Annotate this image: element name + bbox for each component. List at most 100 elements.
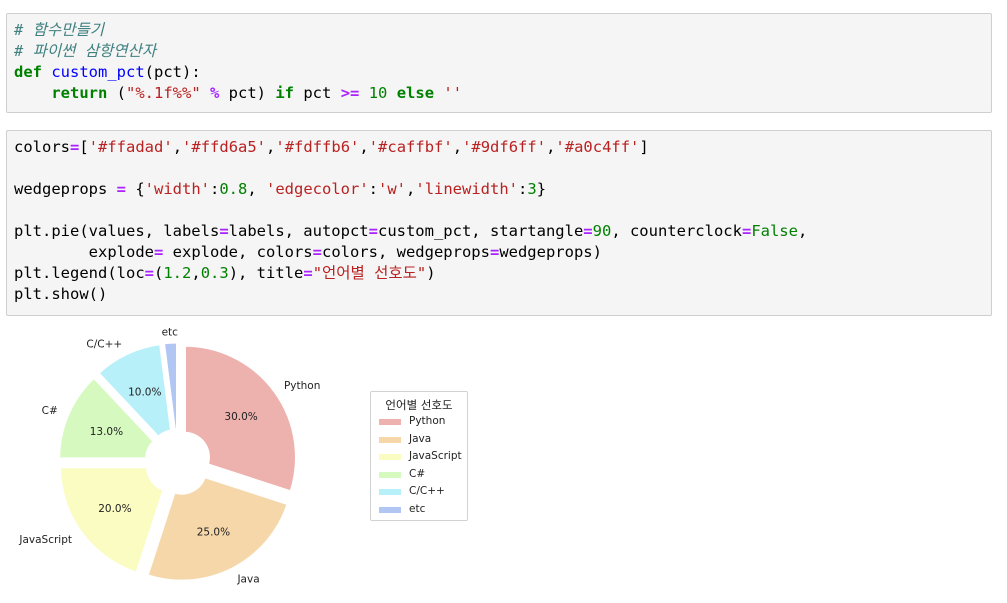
code-token: , [452, 138, 463, 156]
code-token: 1.2 [163, 264, 192, 282]
code-token: = [489, 243, 500, 261]
code-token: '#a0c4ff' [555, 138, 640, 156]
code-line: return ("%.1f%%" % pct) if pct >= 10 els… [14, 83, 984, 104]
pie-category-label: etc [162, 326, 179, 338]
code-cell-pie-plot-source[interactable]: colors=['#ffadad','#ffd6a5','#fdffb6','#… [14, 137, 984, 305]
code-token: } [536, 180, 547, 198]
code-token: '' [443, 84, 463, 102]
code-token: # 함수만들기 [14, 21, 104, 39]
code-token: ( [154, 264, 164, 282]
code-token: plt.show() [14, 285, 108, 303]
code-token: custom_pct [51, 63, 145, 81]
code-line: plt.legend(loc=(1.2,0.3), title="언어별 선호도… [14, 263, 984, 284]
code-line: # 파이썬 삼항연산자 [14, 41, 984, 62]
code-token: False [751, 222, 798, 240]
code-token: 3 [527, 180, 537, 198]
legend-title: 언어별 선호도 [385, 398, 453, 412]
code-token: def [14, 63, 42, 81]
code-token: = [741, 222, 752, 240]
code-token: ), title [228, 264, 304, 282]
code-token: , [359, 138, 369, 156]
code-token: colors, wedgeprops [321, 243, 490, 261]
legend-label: C/C++ [409, 485, 445, 497]
legend-label: JavaScript [409, 450, 462, 462]
code-token: pct [294, 84, 341, 102]
code-token: = [70, 138, 80, 156]
legend-swatch [379, 454, 401, 460]
pie-chart: 30.0% Python 25.0% Java 20.0% JavaScript 13.0%… [18, 326, 320, 586]
code-token: ) [426, 264, 436, 282]
code-token: { [126, 180, 145, 198]
legend-label: Java [409, 432, 432, 445]
output-area: 30.0% Python 25.0% Java 20.0% JavaScript 13.0%… [0, 320, 1007, 603]
code-token: wedgeprops) [499, 243, 602, 261]
pie-percent-label: 25.0% [197, 527, 230, 539]
pie-percent-label: 30.0% [224, 411, 257, 423]
code-token: = [368, 222, 378, 240]
code-line: plt.pie(values, labels=labels, autopct=c… [14, 221, 984, 242]
code-token: '#ffadad' [88, 138, 173, 156]
pie-slice-group: 25.0% Java [145, 474, 291, 586]
legend-swatch [379, 419, 401, 425]
code-token: 'w' [378, 180, 407, 198]
code-token: = [303, 264, 313, 282]
code-token: : [368, 180, 379, 198]
code-token: labels, autopct [228, 222, 369, 240]
legend-item: Python [371, 413, 467, 431]
code-cell-pie-plot[interactable]: colors=['#ffadad','#ffd6a5','#fdffb6','#… [6, 130, 992, 316]
legend-item: Java [371, 431, 467, 449]
pie-category-label: C# [42, 405, 58, 417]
code-token: , [191, 264, 201, 282]
code-token: (pct): [144, 63, 201, 81]
code-token: wedgeprops [14, 180, 117, 198]
code-token: 'linewidth' [415, 180, 519, 198]
pie-category-label: JavaScript [18, 534, 72, 546]
pie-slice-group: 20.0% JavaScript [18, 465, 167, 576]
code-token: '#9df6ff' [462, 138, 547, 156]
code-token: , [266, 138, 276, 156]
code-line: explode= explode, colors=colors, wedgepr… [14, 242, 984, 263]
pie-slice-group: 30.0% Python [182, 343, 320, 494]
code-line: plt.show() [14, 284, 984, 305]
code-token: plt.pie(values, labels [14, 222, 220, 240]
code-token: % [210, 84, 220, 102]
code-token: , counterclock [611, 222, 742, 240]
code-line: colors=['#ffadad','#ffd6a5','#fdffb6','#… [14, 137, 984, 158]
pie-percent-label: 20.0% [98, 503, 131, 515]
code-token: explode [14, 243, 154, 261]
code-token: , [247, 180, 267, 198]
code-token: : [210, 180, 220, 198]
code-line: # 함수만들기 [14, 20, 984, 41]
legend-label: Python [409, 415, 446, 427]
code-token: 90 [592, 222, 612, 240]
code-token: , [406, 180, 416, 198]
pie-category-label: Java [236, 574, 259, 586]
code-token: = [312, 243, 322, 261]
pie-percent-label: 13.0% [90, 426, 123, 438]
legend-item: C# [371, 466, 467, 484]
code-token: : [518, 180, 528, 198]
legend-item: etc [371, 501, 467, 519]
legend-label: etc [409, 502, 426, 515]
code-token: = [116, 180, 126, 198]
code-token: # 파이썬 삼항연산자 [14, 42, 157, 60]
code-token: 10 [368, 84, 388, 102]
legend-item: JavaScript [371, 448, 467, 466]
legend-swatch [379, 489, 401, 495]
code-token: if [275, 84, 295, 102]
code-token: custom_pct, startangle [377, 222, 584, 240]
code-cell-function[interactable]: # 함수만들기 # 파이썬 삼항연산자 def custom_pct(pct): r… [6, 13, 992, 113]
code-cell-function-source[interactable]: # 함수만들기 # 파이썬 삼항연산자 def custom_pct(pct): r… [14, 20, 984, 104]
code-token: 0.3 [200, 264, 229, 282]
pie-category-label: Python [284, 380, 320, 392]
code-token: return [51, 84, 108, 102]
code-token: = [153, 243, 164, 261]
code-token: 0.8 [219, 180, 248, 198]
